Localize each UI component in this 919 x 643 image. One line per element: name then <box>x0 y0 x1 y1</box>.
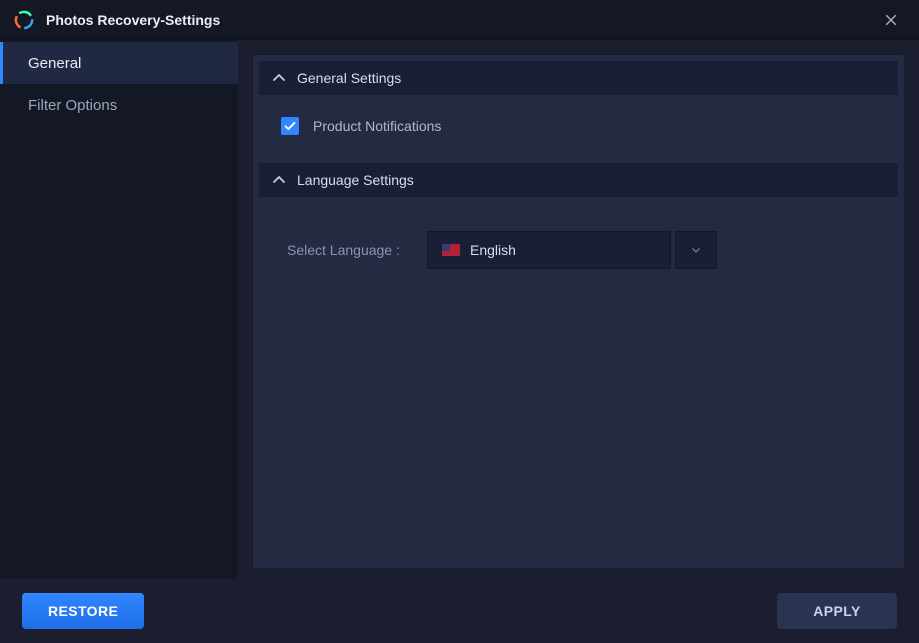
section-header-label: Language Settings <box>297 172 414 188</box>
app-logo-icon <box>14 10 34 30</box>
titlebar: Photos Recovery-Settings <box>0 0 919 40</box>
window-title: Photos Recovery-Settings <box>46 12 877 28</box>
us-flag-icon <box>442 244 460 256</box>
language-dropdown-button[interactable] <box>675 231 717 269</box>
apply-button[interactable]: APPLY <box>777 593 897 629</box>
language-select-label: Select Language : <box>287 242 427 258</box>
close-icon[interactable] <box>877 6 905 34</box>
section-header-language[interactable]: Language Settings <box>259 163 898 197</box>
footer: RESTORE APPLY <box>0 579 919 643</box>
restore-button[interactable]: RESTORE <box>22 593 144 629</box>
sidebar: General Filter Options <box>0 40 238 579</box>
sidebar-item-general[interactable]: General <box>0 42 238 84</box>
sidebar-item-filter-options[interactable]: Filter Options <box>0 84 238 126</box>
language-row: Select Language : English <box>259 197 898 303</box>
restore-button-label: RESTORE <box>48 603 118 619</box>
sidebar-item-label: Filter Options <box>28 97 117 114</box>
section-body-general: Product Notifications <box>259 95 898 163</box>
notifications-label: Product Notifications <box>313 118 441 134</box>
apply-button-label: APPLY <box>813 603 860 619</box>
settings-panel: General Settings Product Notifications L… <box>252 54 905 569</box>
language-select[interactable]: English <box>427 231 717 269</box>
chevron-up-icon <box>271 70 287 86</box>
section-header-label: General Settings <box>297 70 401 86</box>
language-selected-text: English <box>470 242 516 258</box>
notifications-row: Product Notifications <box>281 117 884 135</box>
language-select-value[interactable]: English <box>427 231 671 269</box>
section-header-general[interactable]: General Settings <box>259 61 898 95</box>
sidebar-item-label: General <box>28 55 81 72</box>
main-area: General Filter Options General Settings … <box>0 40 919 579</box>
content: General Settings Product Notifications L… <box>238 40 919 579</box>
notifications-checkbox[interactable] <box>281 117 299 135</box>
chevron-up-icon <box>271 172 287 188</box>
